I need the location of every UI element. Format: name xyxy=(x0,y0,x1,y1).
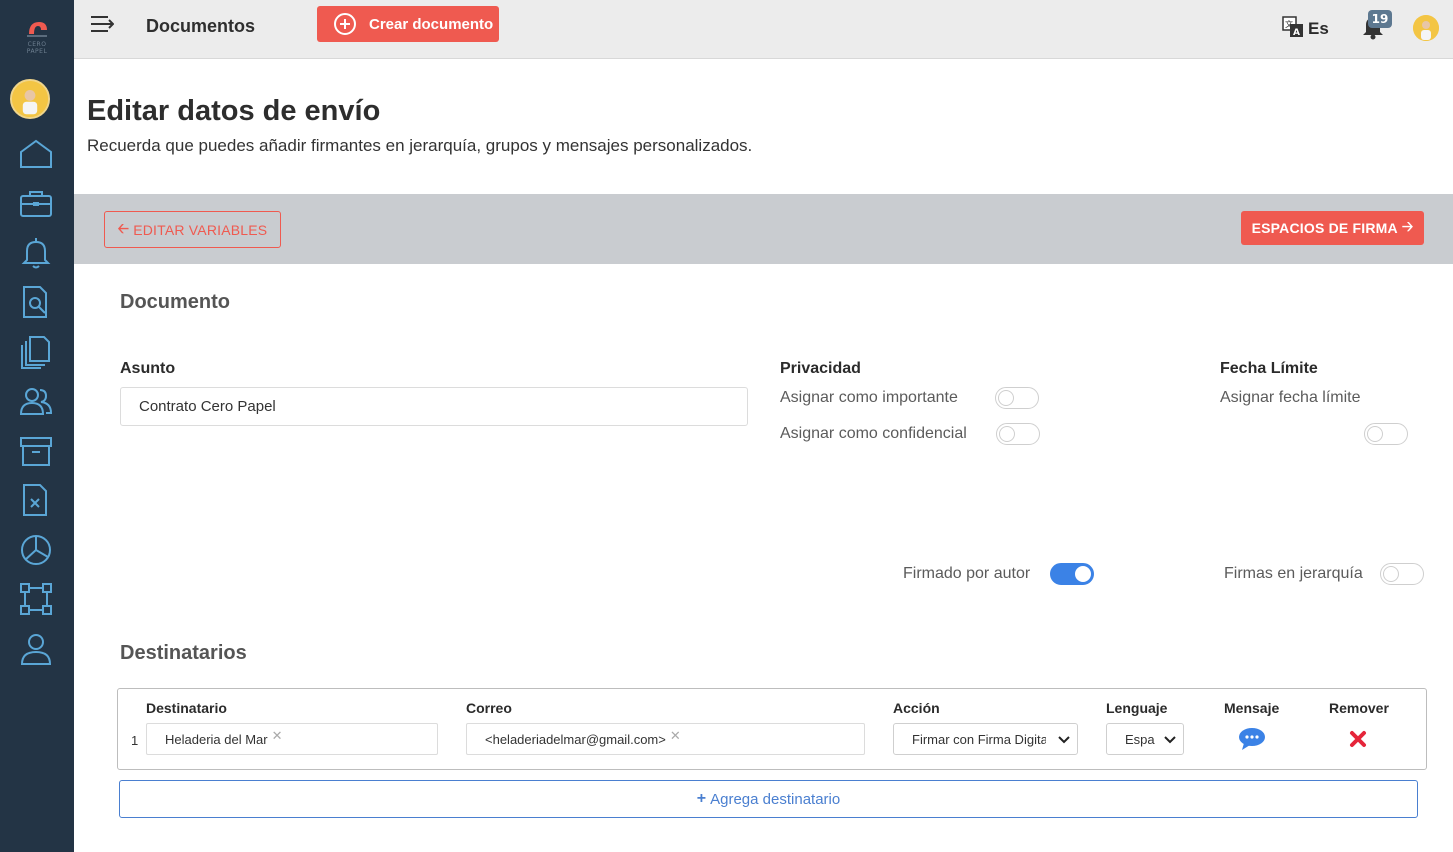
confidential-toggle[interactable] xyxy=(996,423,1040,445)
hierarchy-toggle[interactable] xyxy=(1380,563,1424,585)
create-document-button[interactable]: Crear documento xyxy=(317,6,499,42)
deadline-toggle[interactable] xyxy=(1364,423,1408,445)
pie-chart-icon[interactable] xyxy=(18,532,54,568)
remove-tag-icon[interactable]: ✕ xyxy=(272,728,283,744)
subject-input[interactable]: Contrato Cero Papel xyxy=(120,387,748,426)
menu-toggle-icon[interactable] xyxy=(90,14,115,34)
arrow-left-icon: 🡠 xyxy=(117,219,130,236)
language-switcher[interactable]: 文 A Es xyxy=(1282,16,1332,40)
add-recipient-button[interactable]: + Agrega destinatario xyxy=(119,780,1418,818)
translate-icon: 文 A xyxy=(1282,16,1303,38)
recipient-tag: Heladeria del Mar xyxy=(165,731,268,747)
chevron-down-icon xyxy=(1058,736,1070,744)
document-x-icon[interactable] xyxy=(18,482,54,518)
remove-tag-icon[interactable]: ✕ xyxy=(670,728,681,744)
document-search-icon[interactable] xyxy=(18,284,54,320)
deadline-label: Fecha Límite xyxy=(1220,360,1318,377)
create-document-label: Crear documento xyxy=(369,15,494,33)
signed-by-author-label: Firmado por autor xyxy=(903,565,1031,582)
important-toggle[interactable] xyxy=(995,387,1039,409)
signed-by-author-toggle[interactable] xyxy=(1050,563,1094,585)
arrow-right-icon: 🡢 xyxy=(1401,218,1414,234)
message-comment-icon[interactable] xyxy=(1238,726,1266,752)
email-tag: <heladeriadelmar@gmail.com> xyxy=(485,731,666,747)
archive-icon[interactable] xyxy=(18,433,54,469)
documents-copy-icon[interactable] xyxy=(18,334,54,370)
row-index: 1 xyxy=(131,733,139,748)
plus-circle-icon xyxy=(334,13,356,35)
edit-variables-button[interactable]: 🡠 EDITAR VARIABLES xyxy=(104,211,281,248)
briefcase-icon[interactable] xyxy=(18,186,54,222)
section-title: Documentos xyxy=(146,16,256,36)
chevron-down-icon xyxy=(1164,736,1176,744)
language-label: Es xyxy=(1308,19,1329,38)
signature-spaces-button[interactable]: ESPACIOS DE FIRMA 🡢 xyxy=(1241,211,1424,245)
topbar: Documentos Crear documento 文 A Es 19 xyxy=(74,0,1453,59)
bell-icon[interactable] xyxy=(18,235,54,271)
toggle-knob xyxy=(998,390,1014,406)
sidebar-avatar[interactable] xyxy=(10,79,50,119)
app-root: CERO PAPEL Documentos Crear documento 文 … xyxy=(0,0,1453,852)
signature-spaces-label: ESPACIOS DE FIRMA xyxy=(1251,220,1398,236)
user-icon[interactable] xyxy=(18,631,54,667)
language-select[interactable]: Español xyxy=(1106,723,1184,755)
edit-variables-label: EDITAR VARIABLES xyxy=(133,221,268,238)
plus-icon: + xyxy=(696,790,707,807)
avatar-image xyxy=(12,81,48,117)
users-icon[interactable] xyxy=(18,383,54,419)
svg-text:A: A xyxy=(1293,28,1300,38)
col-remove: Remover xyxy=(1329,700,1389,716)
col-email: Correo xyxy=(466,700,512,716)
svg-text:文: 文 xyxy=(1285,19,1293,29)
hierarchy-label: Firmas en jerarquía xyxy=(1224,565,1363,582)
user-avatar[interactable] xyxy=(1413,15,1439,41)
toggle-knob xyxy=(999,426,1015,442)
workflow-icon[interactable] xyxy=(18,581,54,617)
app-logo[interactable]: CERO PAPEL xyxy=(17,14,57,55)
recipient-input[interactable]: Heladeria del Mar ✕ xyxy=(146,723,438,755)
action-select[interactable]: Firmar con Firma Digital xyxy=(893,723,1078,755)
language-select-value: Español xyxy=(1125,731,1155,747)
email-input[interactable]: <heladeriadelmar@gmail.com> ✕ xyxy=(466,723,865,755)
deadline-assign-label: Asignar fecha límite xyxy=(1220,389,1361,406)
page-title: Editar datos de envío xyxy=(87,95,381,127)
step-navigation-bar: 🡠 EDITAR VARIABLES ESPACIOS DE FIRMA 🡢 xyxy=(74,194,1453,264)
toggle-knob xyxy=(1075,566,1091,582)
confidential-label: Asignar como confidencial xyxy=(780,425,967,442)
toggle-knob xyxy=(1367,426,1383,442)
notifications-badge: 19 xyxy=(1368,10,1392,28)
logo-text: CERO PAPEL xyxy=(26,41,48,55)
col-message: Mensaje xyxy=(1224,700,1280,716)
recipients-table: Destinatario Correo Acción Lenguaje Mens… xyxy=(117,688,1427,770)
logo-icon xyxy=(27,22,47,37)
sidebar: CERO PAPEL xyxy=(0,0,74,852)
recipients-heading: Destinatarios xyxy=(120,642,247,664)
page-subtitle: Recuerda que puedes añadir firmantes en … xyxy=(87,136,753,155)
col-action: Acción xyxy=(893,700,940,716)
important-label: Asignar como importante xyxy=(780,389,958,406)
privacy-label: Privacidad xyxy=(780,360,861,377)
col-language: Lenguaje xyxy=(1106,700,1168,716)
toggle-knob xyxy=(1383,566,1399,582)
remove-recipient-icon[interactable] xyxy=(1349,730,1367,748)
add-recipient-label: Agrega destinatario xyxy=(710,790,841,808)
action-select-value: Firmar con Firma Digital xyxy=(912,731,1046,747)
col-recipient: Destinatario xyxy=(146,700,227,716)
document-heading: Documento xyxy=(120,291,230,313)
home-icon[interactable] xyxy=(18,136,54,172)
subject-label: Asunto xyxy=(120,360,176,377)
